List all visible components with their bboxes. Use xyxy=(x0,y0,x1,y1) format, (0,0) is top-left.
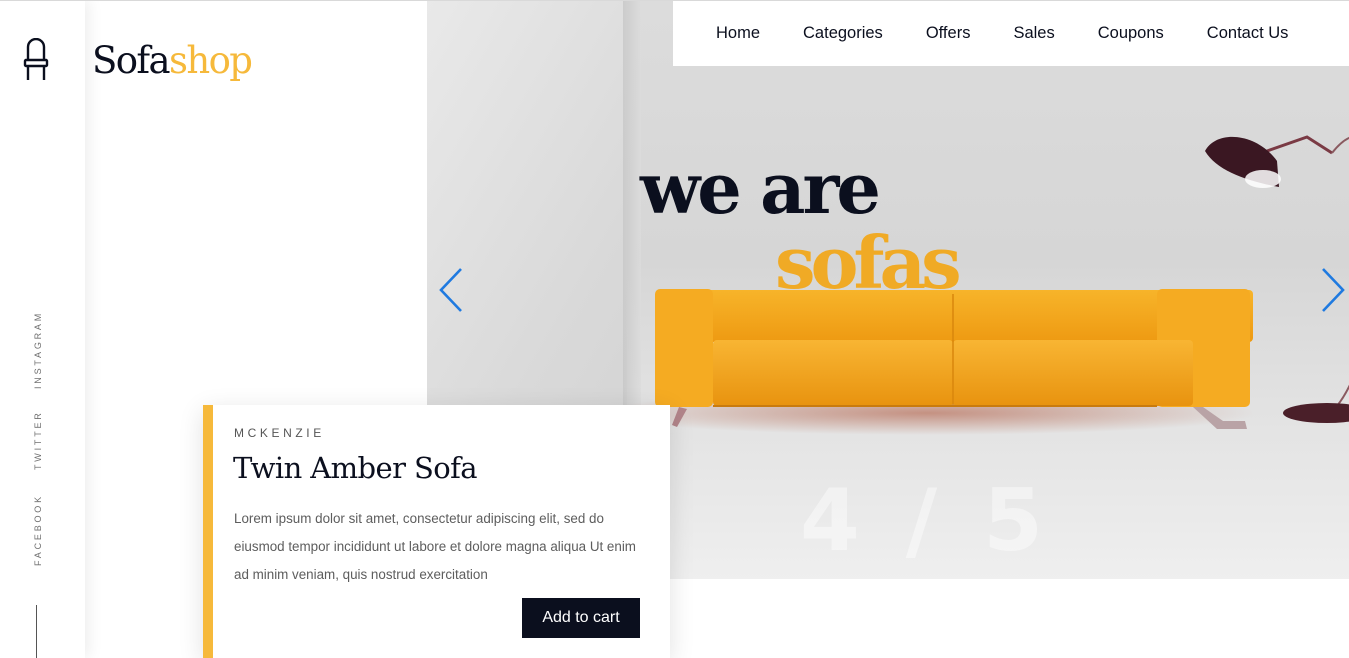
product-brand: MCKENZIE xyxy=(234,426,325,440)
site-logo[interactable]: Sofashop xyxy=(92,38,253,84)
chevron-left-icon[interactable] xyxy=(437,266,465,314)
nav-home[interactable]: Home xyxy=(716,24,760,43)
nav-offers[interactable]: Offers xyxy=(926,24,971,43)
nav-coupons[interactable]: Coupons xyxy=(1098,24,1164,43)
instagram-link[interactable]: INSTAGRAM xyxy=(33,311,43,389)
product-card: MCKENZIE Twin Amber Sofa Lorem ipsum dol… xyxy=(203,405,670,658)
slide-counter: 4 / 5 xyxy=(800,471,1051,571)
nav-categories[interactable]: Categories xyxy=(803,24,883,43)
left-rail: INSTAGRAM TWITTER FACEBOOK xyxy=(0,0,85,658)
twitter-link[interactable]: TWITTER xyxy=(33,410,43,470)
logo-text-sofa: Sofa xyxy=(92,39,171,82)
nav-sales[interactable]: Sales xyxy=(1013,24,1054,43)
facebook-link[interactable]: FACEBOOK xyxy=(33,494,43,566)
logo-text-shop: shop xyxy=(168,39,253,82)
card-accent-bar xyxy=(203,405,213,658)
product-description: Lorem ipsum dolor sit amet, consectetur … xyxy=(234,511,636,582)
main-nav: Home Categories Offers Sales Coupons Con… xyxy=(673,1,1349,66)
chair-icon xyxy=(23,38,49,80)
top-border xyxy=(0,0,1349,1)
hero-headline-line1: we are xyxy=(640,147,881,230)
nav-contact-us[interactable]: Contact Us xyxy=(1207,24,1289,43)
product-title: Twin Amber Sofa xyxy=(233,451,478,485)
add-to-cart-button[interactable]: Add to cart xyxy=(522,598,640,638)
chevron-right-icon[interactable] xyxy=(1319,266,1347,314)
rail-divider xyxy=(36,605,37,658)
hero-headline-line2: sofas xyxy=(775,220,962,305)
